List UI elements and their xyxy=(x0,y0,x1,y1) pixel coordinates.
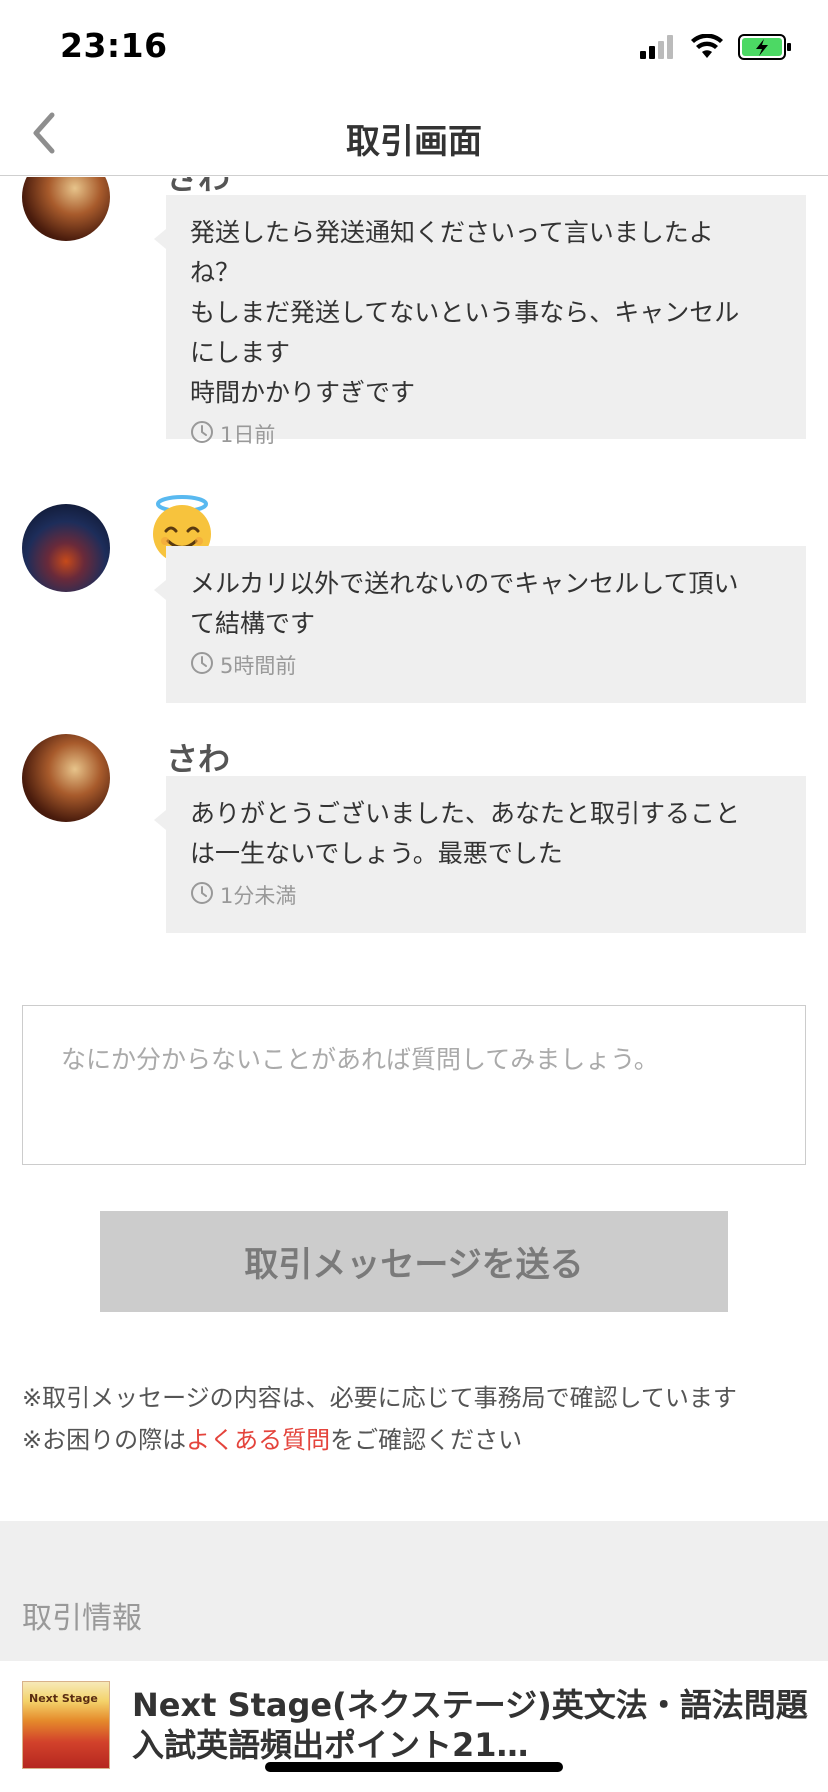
battery-charging-icon xyxy=(738,34,792,64)
message-thread[interactable]: さわ 発送したら発送通知くださいって言いましたよ ね？ もしまだ発送してないとい… xyxy=(0,177,828,1517)
message-time: 1分未満 xyxy=(190,880,782,910)
item-thumbnail: Next Stage xyxy=(22,1681,110,1769)
clock-icon xyxy=(190,420,214,449)
note-line-2: ※お困りの際はよくある質問をご確認ください xyxy=(22,1419,812,1461)
item-title: Next Stage(ネクステージ)英文法・語法問題 入試英語頻出ポイント21… xyxy=(132,1686,808,1764)
message-input[interactable]: なにか分からないことがあれば質問してみましょう。 xyxy=(22,1005,806,1165)
note-line-2-suffix: をご確認ください xyxy=(330,1426,523,1454)
clock-icon xyxy=(190,651,214,680)
message-time-text: 5時間前 xyxy=(220,654,297,678)
send-message-button[interactable]: 取引メッセージを送る xyxy=(100,1211,728,1312)
message-text: ありがとうございました、あなたと取引すること は一生ないでしょう。最悪でした xyxy=(190,799,741,868)
message-text: メルカリ以外で送れないのでキャンセルして頂い て結構です xyxy=(190,569,739,638)
wifi-icon xyxy=(690,33,724,64)
status-time: 23:16 xyxy=(60,26,168,65)
notes: ※取引メッセージの内容は、必要に応じて事務局で確認しています ※お困りの際はよく… xyxy=(22,1377,812,1461)
avatar[interactable] xyxy=(22,504,110,592)
item-row[interactable]: Next Stage Next Stage(ネクステージ)英文法・語法問題 入試… xyxy=(0,1661,828,1792)
section-header-bg xyxy=(0,1521,828,1661)
cellular-signal-icon xyxy=(640,35,676,63)
note-line-2-prefix: ※お困りの際は xyxy=(22,1426,187,1454)
message-bubble: メルカリ以外で送れないのでキャンセルして頂い て結構です 5時間前 xyxy=(154,546,806,703)
item-thumbnail-label: Next Stage xyxy=(29,1692,98,1705)
section-title: 取引情報 xyxy=(22,1601,142,1636)
avatar[interactable] xyxy=(22,734,110,822)
message-time: 1日前 xyxy=(190,419,782,449)
message-bubble: ありがとうございました、あなたと取引すること は一生ないでしょう。最悪でした 1… xyxy=(154,776,806,933)
message-time: 5時間前 xyxy=(190,650,782,680)
avatar[interactable] xyxy=(22,177,110,241)
home-indicator xyxy=(265,1762,563,1772)
status-bar: 23:16 xyxy=(0,0,828,96)
message-time-text: 1分未満 xyxy=(220,884,297,908)
status-icons xyxy=(640,33,792,64)
send-message-label: 取引メッセージを送る xyxy=(244,1245,584,1285)
clock-icon xyxy=(190,881,214,910)
sender-name: さわ xyxy=(166,740,231,778)
faq-link[interactable]: よくある質問 xyxy=(186,1426,330,1454)
note-line-1: ※取引メッセージの内容は、必要に応じて事務局で確認しています xyxy=(22,1384,737,1412)
message-text: 発送したら発送通知くださいって言いましたよ ね？ もしまだ発送してないという事な… xyxy=(190,218,740,407)
message-time-text: 1日前 xyxy=(220,423,276,447)
message-bubble: 発送したら発送通知くださいって言いましたよ ね？ もしまだ発送してないという事な… xyxy=(154,195,806,447)
page-title: 取引画面 xyxy=(346,122,482,162)
nav-bar: 取引画面 xyxy=(0,96,828,176)
message-input-placeholder: なにか分からないことがあれば質問してみましょう。 xyxy=(61,1045,659,1074)
